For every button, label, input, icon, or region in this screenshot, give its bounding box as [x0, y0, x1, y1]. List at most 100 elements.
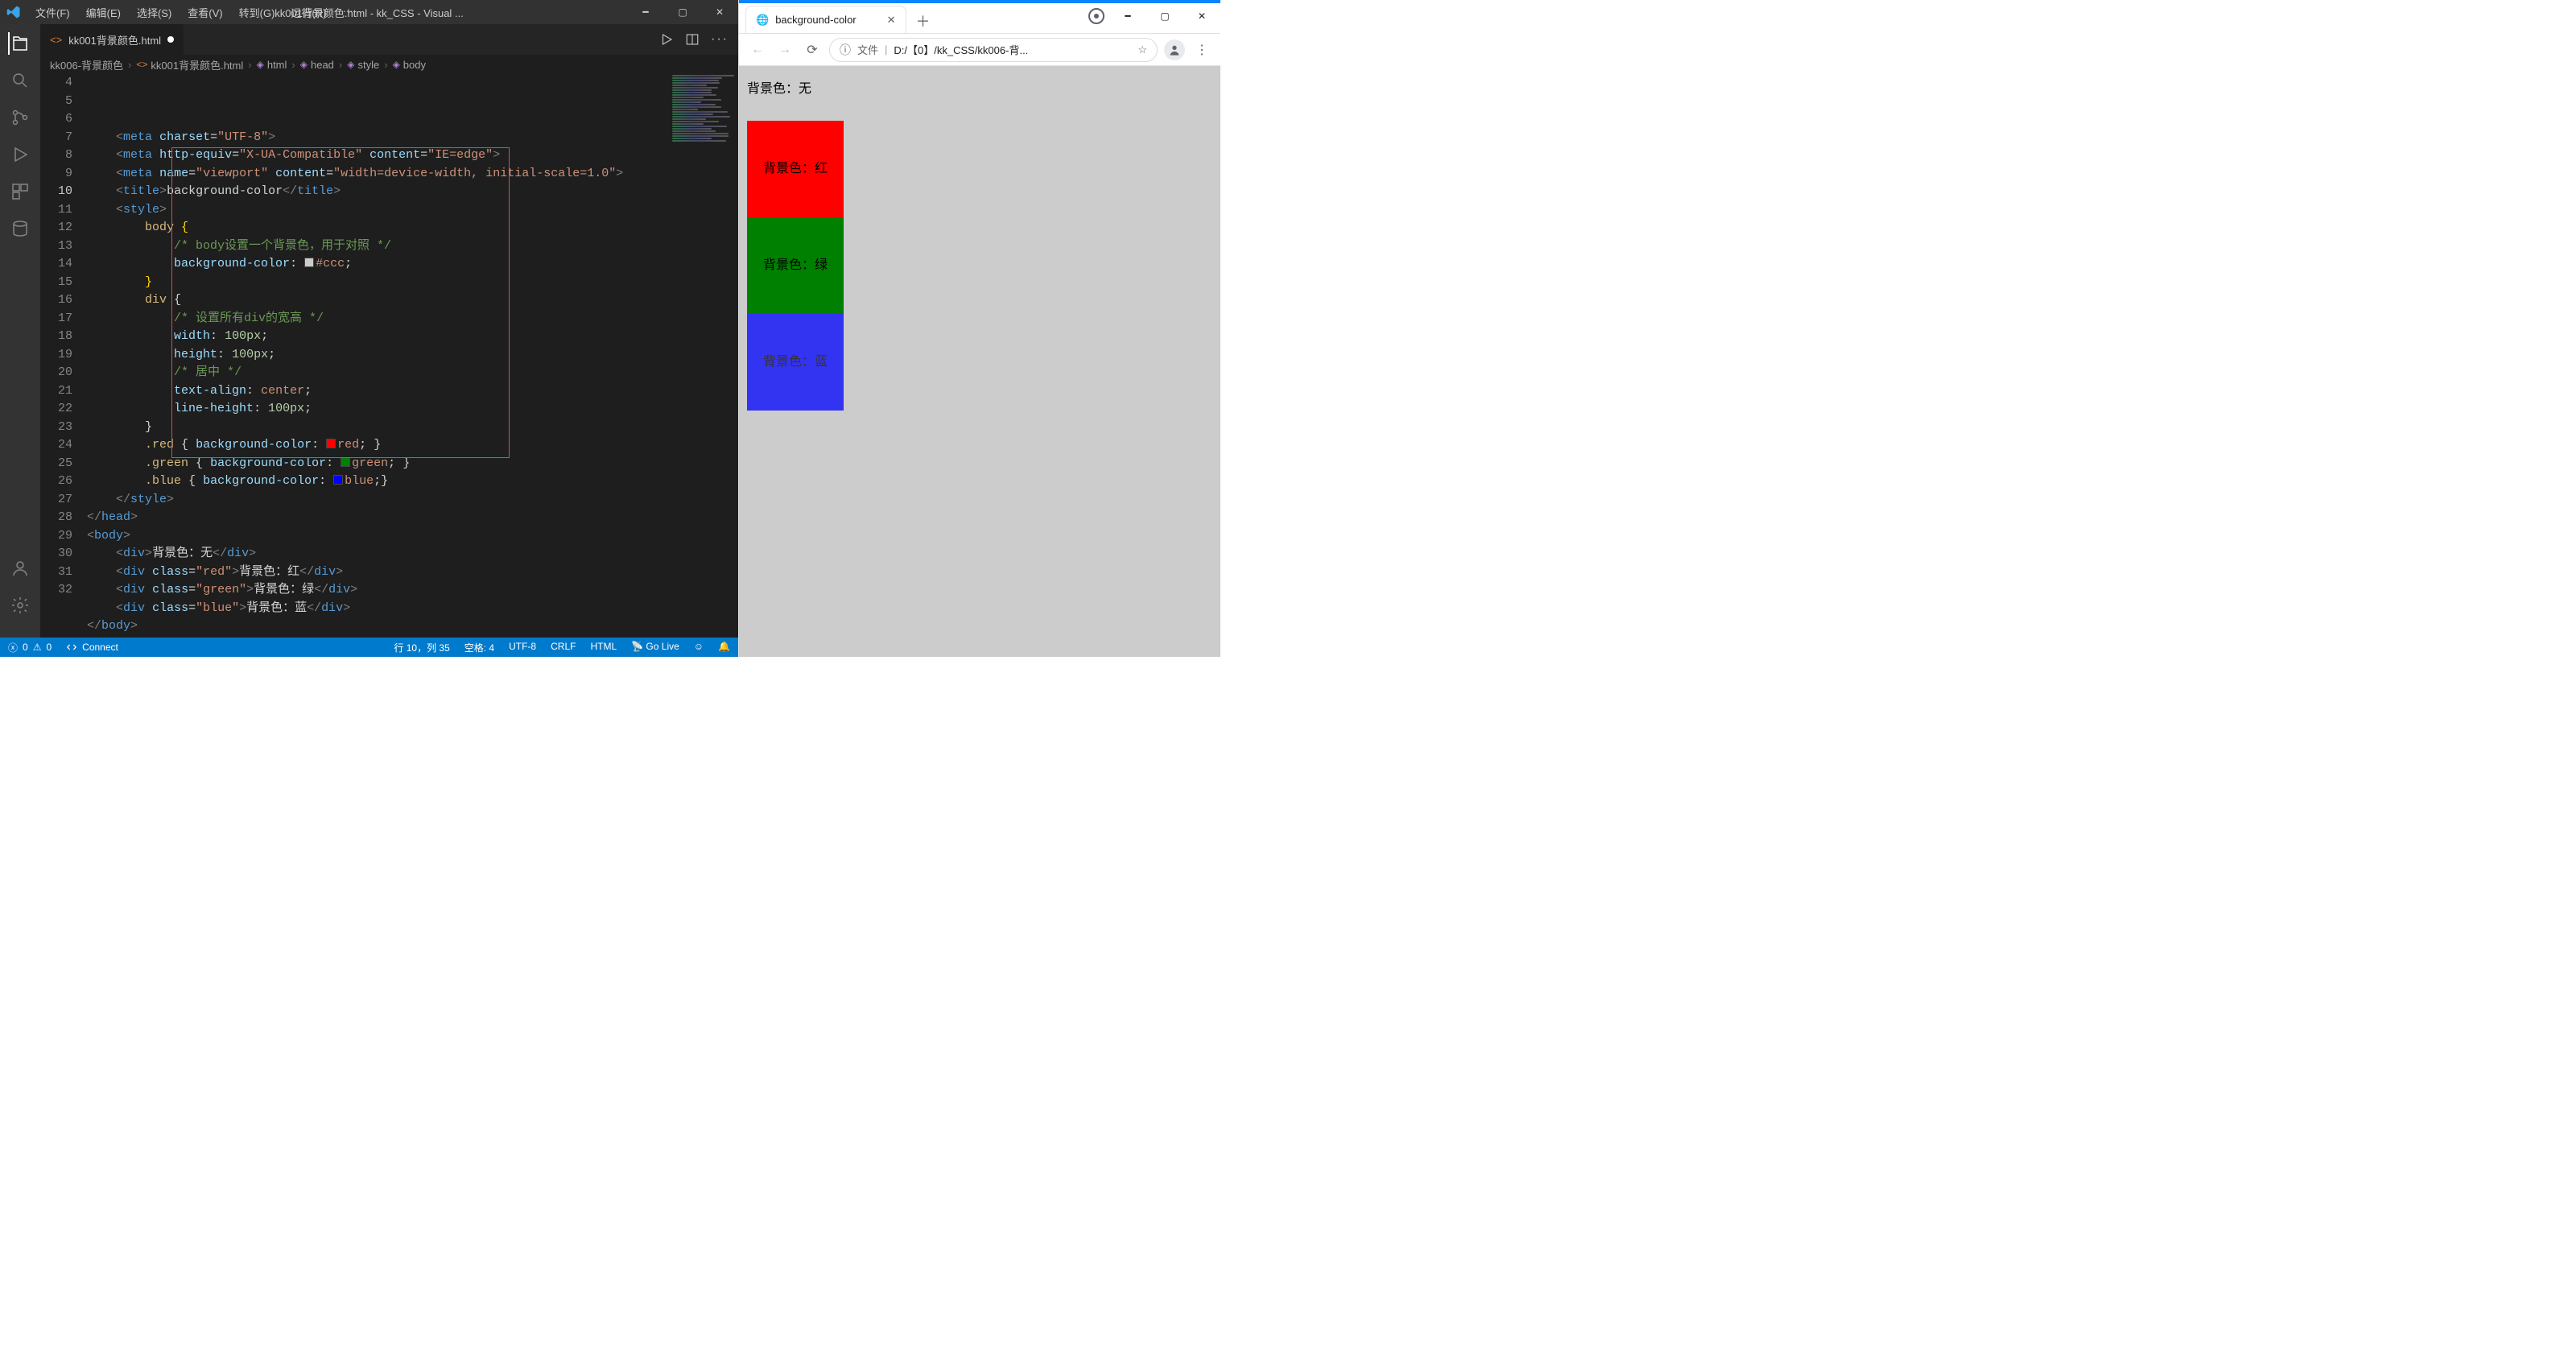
code-line[interactable]: </body>: [87, 617, 738, 636]
database-icon[interactable]: [9, 217, 31, 240]
code-line[interactable]: }: [87, 419, 738, 437]
code-editor[interactable]: 4567891011121314151617181920212223242526…: [40, 74, 738, 638]
maximize-button[interactable]: ▢: [664, 0, 701, 24]
breadcrumb-segment[interactable]: kk006-背景颜色: [50, 57, 123, 72]
html-file-icon: <>: [136, 59, 147, 70]
code-line[interactable]: /* 居中 */: [87, 364, 738, 382]
search-icon[interactable]: [9, 69, 31, 92]
code-content: <meta charset="UTF-8"> <meta http-equiv=…: [87, 74, 738, 638]
breadcrumb-segment[interactable]: <>kk001背景颜色.html: [136, 57, 243, 72]
browser-close-button[interactable]: ✕: [1183, 3, 1220, 29]
code-line[interactable]: width: 100px;: [87, 328, 738, 346]
code-line[interactable]: <meta charset="UTF-8">: [87, 129, 738, 147]
extensions-icon[interactable]: [9, 180, 31, 203]
breadcrumb-segment[interactable]: ◈head: [300, 59, 334, 71]
code-line[interactable]: <div class="blue">背景色：蓝</div>: [87, 600, 738, 618]
reload-button[interactable]: ⟳: [802, 42, 823, 58]
eol[interactable]: CRLF: [551, 641, 576, 654]
editor-tab[interactable]: <> kk001背景颜色.html: [40, 24, 184, 55]
symbol-icon: ◈: [300, 59, 308, 70]
breadcrumb-segment[interactable]: ◈body: [393, 59, 426, 71]
code-line[interactable]: div {: [87, 291, 738, 310]
code-line[interactable]: </head>: [87, 509, 738, 527]
code-line[interactable]: </html>: [87, 636, 738, 638]
code-line[interactable]: <style>: [87, 201, 738, 220]
code-line[interactable]: /* 设置所有div的宽高 */: [87, 310, 738, 328]
html-file-icon: <>: [50, 34, 62, 46]
menu-item[interactable]: 编辑(E): [78, 2, 129, 23]
breadcrumb[interactable]: kk006-背景颜色›<>kk001背景颜色.html›◈html›◈head›…: [40, 55, 738, 74]
run-debug-icon[interactable]: [9, 143, 31, 166]
breadcrumb-sep: ›: [128, 59, 131, 71]
symbol-icon: ◈: [257, 59, 264, 70]
error-icon: ⓧ: [8, 641, 18, 654]
menu-item[interactable]: ···: [334, 2, 361, 23]
remote-status[interactable]: Connect: [66, 642, 118, 653]
broadcast-icon: 📡: [631, 641, 643, 652]
source-control-icon[interactable]: [9, 106, 31, 129]
feedback-icon[interactable]: ☺: [694, 641, 704, 654]
menu-item[interactable]: 转到(G): [231, 2, 283, 23]
code-line[interactable]: .red { background-color: red; }: [87, 436, 738, 455]
code-line[interactable]: <meta name="viewport" content="width=dev…: [87, 165, 738, 184]
code-line[interactable]: body {: [87, 219, 738, 237]
go-live[interactable]: 📡 Go Live: [631, 641, 679, 654]
breadcrumb-sep: ›: [248, 59, 251, 71]
bookmark-icon[interactable]: ☆: [1137, 43, 1147, 56]
tab-close-icon[interactable]: ✕: [887, 14, 896, 27]
address-bar[interactable]: ⓘ 文件 | D:/【0】/kk_CSS/kk006-背... ☆: [829, 38, 1158, 62]
code-line[interactable]: }: [87, 274, 738, 292]
code-line[interactable]: <title>background-color</title>: [87, 183, 738, 201]
globe-icon: 🌐: [756, 14, 769, 27]
language-mode[interactable]: HTML: [590, 641, 617, 654]
forward-button[interactable]: →: [774, 43, 795, 57]
settings-icon[interactable]: [9, 594, 31, 617]
encoding[interactable]: UTF-8: [509, 641, 536, 654]
browser-menu-button[interactable]: ⋮: [1191, 42, 1212, 58]
text-none: 背景色：无: [747, 77, 1212, 97]
breadcrumb-sep: ›: [384, 59, 387, 71]
menu-item[interactable]: 文件(F): [27, 2, 78, 23]
browser-tab[interactable]: 🌐 background-color ✕: [745, 6, 906, 33]
menu-item[interactable]: 选择(S): [129, 2, 180, 23]
code-line[interactable]: <div>背景色：无</div>: [87, 545, 738, 563]
cursor-position[interactable]: 行 10，列 35: [394, 641, 449, 654]
code-line[interactable]: text-align: center;: [87, 382, 738, 401]
back-button[interactable]: ←: [747, 43, 768, 57]
explorer-icon[interactable]: [8, 32, 31, 55]
code-line[interactable]: </style>: [87, 491, 738, 510]
minimap[interactable]: [666, 74, 738, 638]
code-line[interactable]: .green { background-color: green; }: [87, 455, 738, 473]
site-info-icon[interactable]: ⓘ: [840, 42, 851, 58]
code-line[interactable]: height: 100px;: [87, 346, 738, 365]
minimize-button[interactable]: ━: [627, 0, 664, 24]
code-line[interactable]: line-height: 100px;: [87, 400, 738, 419]
breadcrumb-segment[interactable]: ◈html: [257, 59, 287, 71]
split-editor-icon[interactable]: [685, 32, 700, 47]
menu-item[interactable]: 查看(V): [180, 2, 230, 23]
account-icon[interactable]: [9, 557, 31, 580]
code-line[interactable]: <body>: [87, 527, 738, 546]
menu-item[interactable]: 运行(R): [283, 2, 334, 23]
browser-window: 🌐 background-color ✕ ＋ ━ ▢ ✕ ← → ⟳ ⓘ 文件 …: [738, 0, 1220, 657]
new-tab-button[interactable]: ＋: [911, 9, 935, 33]
code-line[interactable]: /* body设置一个背景色，用于对照 */: [87, 237, 738, 256]
code-line[interactable]: .blue { background-color: blue;}: [87, 473, 738, 491]
problems-status[interactable]: ⓧ0 ⚠0: [8, 641, 52, 654]
profile-avatar[interactable]: [1164, 39, 1185, 60]
code-line[interactable]: <meta http-equiv="X-UA-Compatible" conte…: [87, 147, 738, 165]
media-control-icon[interactable]: [1088, 8, 1104, 24]
more-icon[interactable]: ···: [711, 32, 729, 47]
vscode-titlebar[interactable]: 文件(F)编辑(E)选择(S)查看(V)转到(G)运行(R)··· kk001背…: [0, 0, 738, 24]
browser-minimize-button[interactable]: ━: [1109, 3, 1146, 29]
notifications-icon[interactable]: 🔔: [718, 641, 730, 654]
indentation[interactable]: 空格: 4: [464, 641, 494, 654]
code-line[interactable]: background-color: #ccc;: [87, 255, 738, 274]
close-button[interactable]: ✕: [701, 0, 738, 24]
code-line[interactable]: <div class="red">背景色：红</div>: [87, 563, 738, 582]
browser-maximize-button[interactable]: ▢: [1146, 3, 1183, 29]
breadcrumb-segment[interactable]: ◈style: [347, 59, 379, 71]
box-green: 背景色：绿: [747, 217, 844, 314]
code-line[interactable]: <div class="green">背景色：绿</div>: [87, 581, 738, 600]
run-icon[interactable]: [659, 32, 674, 47]
